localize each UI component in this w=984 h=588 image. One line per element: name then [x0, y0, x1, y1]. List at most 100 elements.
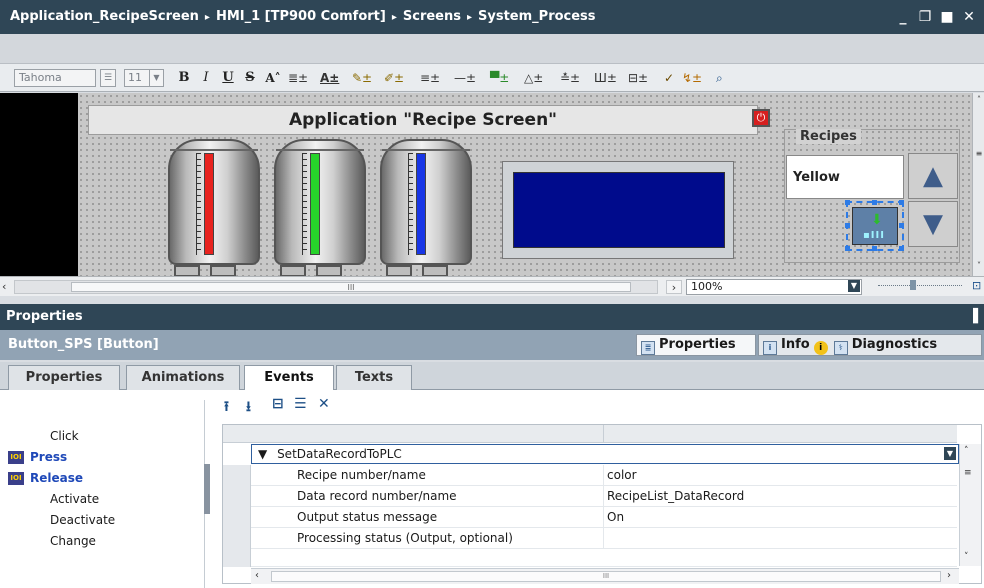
editor-vertical-scrollbar[interactable]: ˄ ≡ ˅	[972, 93, 984, 276]
download-arrow-icon: ⬇	[871, 212, 883, 228]
italic-button[interactable]: I	[198, 69, 214, 87]
delete-icon[interactable]: ✕	[318, 396, 330, 412]
tab-diagnostics-label[interactable]: Diagnostics	[852, 337, 937, 352]
font-size-field[interactable]: 11 ▼	[124, 69, 164, 87]
grid-horizontal-scrollbar[interactable]: ‹ III ›	[251, 568, 959, 584]
recipe-up-button[interactable]: ▲	[908, 153, 958, 199]
scroll-right-icon[interactable]: ›	[666, 280, 682, 294]
event-activate[interactable]: Activate	[8, 489, 204, 510]
maximize-icon[interactable]: ■	[938, 8, 956, 26]
zoom-selection-icon[interactable]: ⌕	[716, 70, 723, 86]
breadcrumb-screen[interactable]: System_Process	[478, 9, 596, 24]
format-painter-icon[interactable]: ✓	[664, 70, 674, 86]
align-objects-icon[interactable]: ≛±	[560, 70, 580, 86]
tank-3[interactable]	[380, 139, 472, 277]
bold-button[interactable]: B	[176, 69, 192, 87]
function-select[interactable]: ▼ SetDataRecordToPLC ▼	[251, 444, 959, 464]
chevron-down-icon[interactable]: ▼	[848, 280, 860, 292]
collapse-icon[interactable]: ⊟	[272, 396, 284, 412]
line-weight-icon[interactable]: —±	[454, 70, 476, 86]
hmi-screen-title[interactable]: Application "Recipe Screen"	[88, 105, 758, 135]
param-value[interactable]: On	[607, 507, 624, 528]
font-family-field[interactable]: Tahoma	[14, 69, 96, 87]
param-row[interactable]: Processing status (Output, optional)	[223, 528, 957, 549]
scroll-left-icon[interactable]: ‹	[255, 570, 259, 581]
recipe-name-field[interactable]: Yellow	[786, 155, 904, 199]
line-style-icon[interactable]: ≡±	[420, 70, 440, 86]
scroll-down-icon[interactable]: ˅	[974, 261, 984, 271]
pin-icon[interactable]: ▐	[968, 304, 978, 330]
underline-button[interactable]: U	[220, 69, 236, 87]
zoom-fit-icon[interactable]: ⊡	[972, 279, 981, 292]
chevron-down-icon[interactable]: ▼	[944, 447, 956, 460]
param-value[interactable]: color	[607, 465, 637, 486]
param-row[interactable]: Recipe number/name color	[223, 465, 957, 486]
minimize-icon[interactable]: _	[894, 8, 912, 26]
param-row[interactable]: Data record number/name RecipeList_DataRe…	[223, 486, 957, 507]
strikethrough-button[interactable]: S	[242, 69, 258, 87]
selected-object-name: Button_SPS [Button]	[8, 337, 159, 352]
breadcrumb-project[interactable]: Application_RecipeScreen	[10, 9, 199, 24]
restore-icon[interactable]: ❐	[916, 8, 934, 26]
fill-color-icon[interactable]: ✎±	[352, 70, 372, 86]
tank-1[interactable]	[168, 139, 260, 277]
layer-order-icon[interactable]: ⊟±	[628, 70, 648, 86]
event-click[interactable]: Click	[8, 426, 204, 447]
level-fill	[417, 154, 425, 254]
expand-icon[interactable]: ☰	[294, 396, 307, 412]
tab-inspector-properties[interactable]: ≣ Properties	[636, 334, 756, 356]
send-to-plc-button[interactable]: ⬇ ▪III	[845, 200, 904, 251]
close-icon[interactable]: ✕	[960, 8, 978, 26]
superscript-button[interactable]: A˄	[262, 69, 284, 87]
recipe-view-frame[interactable]	[502, 161, 734, 259]
zoom-slider[interactable]	[878, 280, 962, 290]
editor-horizontal-scrollbar[interactable]: III	[14, 280, 658, 294]
recipe-down-button[interactable]: ▼	[908, 201, 958, 247]
tank-2[interactable]	[274, 139, 366, 277]
scroll-thumb[interactable]: III	[271, 571, 941, 582]
expand-arrow-icon[interactable]: ▼	[258, 447, 267, 461]
power-icon[interactable]: ⏻	[752, 109, 770, 127]
scroll-up-icon[interactable]: ˄	[974, 95, 984, 105]
breadcrumb-screens[interactable]: Screens	[403, 9, 461, 24]
breadcrumb-device[interactable]: HMI_1 [TP900 Comfort]	[216, 9, 386, 24]
tab-inspector-info[interactable]: i Info i ⚕ Diagnostics	[758, 334, 982, 356]
param-value[interactable]: RecipeList_DataRecord	[607, 486, 744, 507]
pattern-fill-icon[interactable]: ▀±	[490, 70, 509, 86]
event-deactivate[interactable]: Deactivate	[8, 510, 204, 531]
scroll-left-icon[interactable]: ‹	[2, 280, 6, 293]
param-row[interactable]: Output status message On	[223, 507, 957, 528]
scroll-right-icon[interactable]: ›	[947, 570, 951, 581]
grid-vertical-scrollbar[interactable]: ˄ ≡ ˅	[959, 444, 981, 566]
scroll-thumb-icon[interactable]: ≡	[964, 468, 972, 478]
style-icon[interactable]: ↯±	[682, 70, 702, 86]
zoom-field[interactable]: 100%	[686, 279, 862, 295]
event-change[interactable]: Change	[8, 531, 204, 552]
scroll-up-icon[interactable]: ˄	[964, 446, 969, 456]
plc-icon: ▪III	[863, 230, 885, 241]
tab-texts[interactable]: Texts	[336, 365, 412, 390]
tab-properties[interactable]: Properties	[8, 365, 120, 390]
chevron-down-icon[interactable]: ▼	[149, 70, 163, 86]
event-press[interactable]: IOI Press	[8, 447, 204, 468]
tab-animations[interactable]: Animations	[126, 365, 240, 390]
hmi-canvas[interactable]: Application "Recipe Screen" ⏻ Recipes Ye…	[78, 93, 972, 277]
scroll-thumb-icon[interactable]: ≡	[974, 149, 984, 159]
font-picker-icon[interactable]: ☰	[100, 69, 116, 87]
line-color-icon[interactable]: ✐±	[384, 70, 404, 86]
move-down-icon[interactable]: ⭳	[246, 396, 251, 420]
text-align-icon[interactable]: ≣±	[288, 70, 308, 86]
rotate-icon[interactable]: △±	[524, 70, 543, 86]
distribute-objects-icon[interactable]: Ш±	[594, 70, 617, 86]
move-up-icon[interactable]: ⭱	[224, 396, 229, 420]
tab-events[interactable]: Events	[244, 365, 334, 391]
event-release[interactable]: IOI Release	[8, 468, 204, 489]
font-color-icon[interactable]: A±	[320, 70, 339, 86]
properties-panel-header: Properties ▐	[0, 304, 984, 330]
panel-splitter-handle[interactable]	[204, 464, 210, 514]
param-name: Processing status (Output, optional)	[297, 531, 513, 545]
level-indicator	[204, 153, 214, 255]
zoom-slider-knob[interactable]	[910, 280, 916, 290]
scroll-down-icon[interactable]: ˅	[964, 552, 969, 562]
scroll-thumb[interactable]: III	[71, 282, 631, 292]
